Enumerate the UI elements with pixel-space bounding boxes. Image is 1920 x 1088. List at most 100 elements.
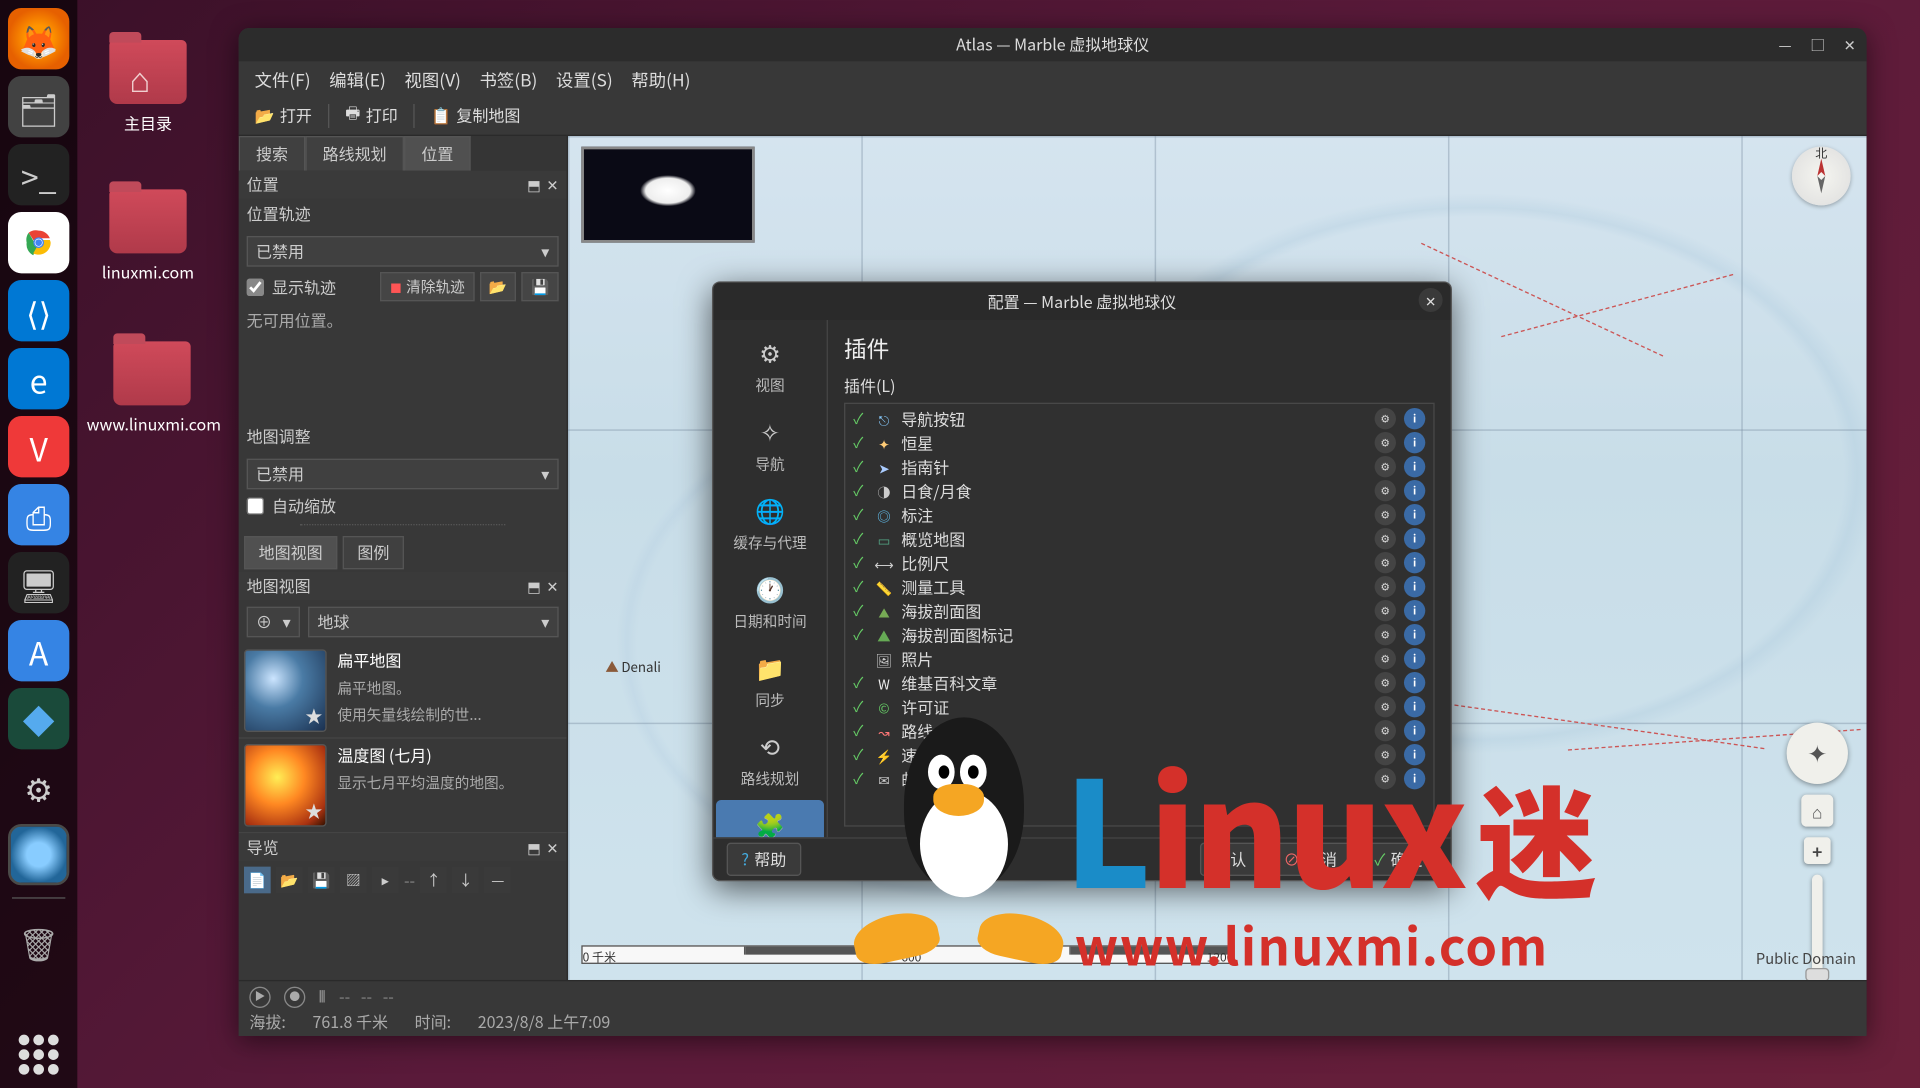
sidebar-item-plugins[interactable]: 🧩插件 bbox=[716, 800, 824, 837]
nav-home-button[interactable]: ⌂ bbox=[1801, 795, 1833, 827]
plugin-config-button[interactable]: ⚙ bbox=[1375, 600, 1396, 621]
nav-pan[interactable]: ✦ bbox=[1787, 723, 1848, 784]
zoom-in-button[interactable]: + bbox=[1804, 837, 1831, 864]
time-scrubber-icon[interactable]: ⦀ bbox=[319, 986, 326, 1009]
plugin-row[interactable]: ✓⚡速度⚙i bbox=[848, 743, 1431, 767]
sidebar-item-nav[interactable]: ✧导航 bbox=[716, 407, 824, 483]
dialog-close-button[interactable]: ✕ bbox=[1419, 288, 1443, 312]
show-track-checkbox[interactable] bbox=[247, 278, 264, 295]
dock-settings[interactable]: ⚙ bbox=[8, 756, 69, 817]
plugin-config-button[interactable]: ⚙ bbox=[1375, 720, 1396, 741]
dock-firefox[interactable]: 🦊 bbox=[8, 8, 69, 69]
plugin-row[interactable]: ✓◑日食/月食⚙i bbox=[848, 479, 1431, 503]
close-button[interactable]: ✕ bbox=[1844, 34, 1856, 55]
detach-icon[interactable]: ⬒ bbox=[527, 575, 541, 596]
plugin-config-button[interactable]: ⚙ bbox=[1375, 408, 1396, 429]
plugin-config-button[interactable]: ⚙ bbox=[1375, 432, 1396, 453]
plugin-row[interactable]: ✓W维基百科文章⚙i bbox=[848, 671, 1431, 695]
plugin-info-button[interactable]: i bbox=[1404, 408, 1425, 429]
sidebar-item-cache[interactable]: 🌐缓存与代理 bbox=[716, 485, 824, 561]
projection-combo[interactable]: ⊕▾ bbox=[247, 607, 300, 638]
plugin-config-button[interactable]: ⚙ bbox=[1375, 648, 1396, 669]
play-button[interactable]: ▶ bbox=[249, 986, 270, 1007]
auto-zoom-checkbox[interactable] bbox=[247, 497, 264, 514]
close-icon[interactable]: ✕ bbox=[546, 575, 558, 596]
dock-retro[interactable]: 🖥 bbox=[8, 552, 69, 613]
plugin-info-button[interactable]: i bbox=[1404, 600, 1425, 621]
plugin-info-button[interactable]: i bbox=[1404, 648, 1425, 669]
desktop-folder-1[interactable]: linuxmi.com bbox=[95, 189, 202, 284]
sidebar-item-sync[interactable]: 📁同步 bbox=[716, 643, 824, 719]
plugin-info-button[interactable]: i bbox=[1404, 576, 1425, 597]
plugin-info-button[interactable]: i bbox=[1404, 720, 1425, 741]
dock-trash[interactable]: 🗑 bbox=[8, 911, 69, 972]
dock-software[interactable]: A bbox=[8, 620, 69, 681]
star-icon[interactable]: ★ bbox=[305, 797, 322, 822]
plugin-row[interactable]: ✓⛰海拔剖面图⚙i bbox=[848, 599, 1431, 623]
minimize-button[interactable]: — bbox=[1779, 34, 1792, 55]
dock-screenshot[interactable]: ⎙ bbox=[8, 484, 69, 545]
nav-file-icon[interactable]: 📄 bbox=[244, 867, 271, 894]
plugin-row[interactable]: ✓©许可证⚙i bbox=[848, 695, 1431, 719]
plugin-info-button[interactable]: i bbox=[1404, 504, 1425, 525]
tab-map-view[interactable]: 地图视图 bbox=[244, 536, 337, 569]
menu-bookmarks[interactable]: 书签(B) bbox=[472, 63, 546, 94]
plugin-row[interactable]: ✓📏测量工具⚙i bbox=[848, 575, 1431, 599]
nav-save-icon[interactable]: 💾 bbox=[308, 867, 335, 894]
dock-marble[interactable] bbox=[8, 824, 69, 885]
nav-remove-icon[interactable]: — bbox=[484, 867, 511, 894]
plugin-config-button[interactable]: ⚙ bbox=[1375, 552, 1396, 573]
plugin-info-button[interactable]: i bbox=[1404, 624, 1425, 645]
plugin-row[interactable]: ✓✦恒星⚙i bbox=[848, 431, 1431, 455]
open-track-button[interactable]: 📂 bbox=[479, 272, 516, 301]
plugin-config-button[interactable]: ⚙ bbox=[1375, 504, 1396, 525]
copy-map-button[interactable]: 📋复制地图 bbox=[423, 100, 528, 131]
nav-marker-icon[interactable]: ▸ bbox=[372, 867, 399, 894]
plugin-row[interactable]: 🖼照片⚙i bbox=[848, 647, 1431, 671]
plugin-row[interactable]: ✓◎标注⚙i bbox=[848, 503, 1431, 527]
plugin-row[interactable]: ✓⎋导航按钮⚙i bbox=[848, 407, 1431, 431]
open-button[interactable]: 📂打开 bbox=[247, 100, 320, 131]
plugin-info-button[interactable]: i bbox=[1404, 696, 1425, 717]
plugin-config-button[interactable]: ⚙ bbox=[1375, 672, 1396, 693]
plugin-info-button[interactable]: i bbox=[1404, 480, 1425, 501]
map-theme-atlas[interactable]: ★ 扁平地图扁平地图。使用矢量线绘制的世... bbox=[239, 644, 567, 739]
plugin-config-button[interactable]: ⚙ bbox=[1375, 480, 1396, 501]
star-icon[interactable]: ★ bbox=[305, 703, 322, 728]
plugin-config-button[interactable]: ⚙ bbox=[1375, 744, 1396, 765]
plugin-row[interactable]: ✓⟷比例尺⚙i bbox=[848, 551, 1431, 575]
ok-button[interactable]: ✓确定 bbox=[1360, 843, 1438, 876]
print-button[interactable]: 🖶打印 bbox=[337, 97, 405, 133]
detach-icon[interactable]: ⬒ bbox=[527, 174, 541, 195]
nav-flag-icon[interactable]: ▨ bbox=[340, 867, 367, 894]
close-panel-icon[interactable]: ✕ bbox=[546, 174, 558, 195]
plugin-config-button[interactable]: ⚙ bbox=[1375, 576, 1396, 597]
compass-widget[interactable]: 北 bbox=[1792, 147, 1851, 206]
plugin-info-button[interactable]: i bbox=[1404, 456, 1425, 477]
nav-open-icon[interactable]: 📂 bbox=[276, 867, 303, 894]
overview-map[interactable] bbox=[581, 147, 754, 243]
nav-up-icon[interactable]: ↑ bbox=[420, 867, 447, 894]
sidebar-item-routing[interactable]: ⟲路线规划 bbox=[716, 721, 824, 797]
tab-position[interactable]: 位置 bbox=[404, 136, 471, 171]
window-titlebar[interactable]: Atlas — Marble 虚拟地球仪 — □ ✕ bbox=[239, 28, 1867, 61]
dock-terminal[interactable]: >_ bbox=[8, 144, 69, 205]
plugin-info-button[interactable]: i bbox=[1404, 744, 1425, 765]
help-button[interactable]: ?帮助 bbox=[727, 843, 801, 876]
maximize-button[interactable]: □ bbox=[1810, 34, 1825, 55]
plugin-info-button[interactable]: i bbox=[1404, 432, 1425, 453]
dock-chrome[interactable] bbox=[8, 212, 69, 273]
menu-help[interactable]: 帮助(H) bbox=[623, 63, 698, 94]
menu-edit[interactable]: 编辑(E) bbox=[321, 63, 394, 94]
nav-down-icon[interactable]: ↓ bbox=[452, 867, 479, 894]
dock-edge[interactable]: e bbox=[8, 348, 69, 409]
dock-app-green[interactable]: ◆ bbox=[8, 688, 69, 749]
menu-settings[interactable]: 设置(S) bbox=[548, 63, 621, 94]
menu-file[interactable]: 文件(F) bbox=[247, 63, 319, 94]
desktop-folder-2[interactable]: www.linuxmi.com bbox=[87, 341, 218, 436]
dialog-titlebar[interactable]: 配置 — Marble 虚拟地球仪 ✕ bbox=[713, 283, 1450, 320]
plugin-info-button[interactable]: i bbox=[1404, 768, 1425, 789]
plugin-row[interactable]: ✓➤指南针⚙i bbox=[848, 455, 1431, 479]
dock-show-apps[interactable] bbox=[19, 1035, 59, 1075]
plugin-config-button[interactable]: ⚙ bbox=[1375, 624, 1396, 645]
